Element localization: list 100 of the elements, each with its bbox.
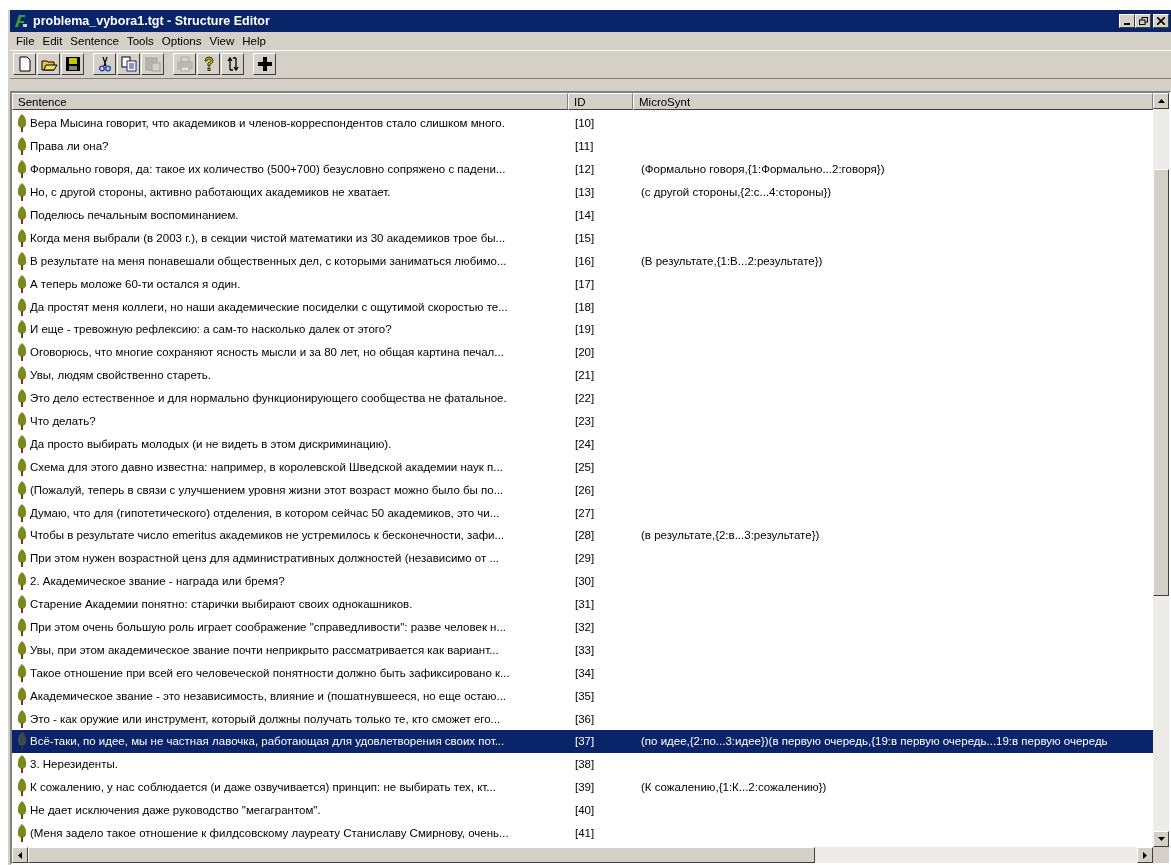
tree-icon: [16, 548, 28, 569]
column-header[interactable]: ID: [568, 93, 633, 110]
menu-item[interactable]: Tools: [122, 34, 158, 48]
table-row[interactable]: Увы, при этом академическое звание почти неприкрыто рассматривается как вариант... [33]: [12, 638, 1153, 662]
sentence-id: [39]: [575, 781, 595, 794]
table-row[interactable]: Всё-таки, по идее, мы не частная лавочка, работающая для удовлетворения своих пот... [37] (по идее,{2:по...3:идее})(в первую очередь,{19:в первую очередь...19:в первую очередь: [12, 730, 1153, 753]
table-row[interactable]: Думаю, что для (гипотетического) отделения, в котором сейчас 50 академиков, это чи... [27]: [12, 501, 1153, 525]
tree-icon: [16, 823, 28, 844]
sentence-text: Академическое звание - это независимость, влияние и (пошатнувшееся, но еще остаю...: [30, 689, 507, 702]
table-row[interactable]: При этом очень большую роль играет соображение "справедливости": разве человек н... [32]: [12, 615, 1153, 639]
table-row[interactable]: При этом нужен возрастной ценз для административных должностей (независимо от ... [29]: [12, 546, 1153, 570]
sentence-id: [15]: [575, 231, 595, 244]
tree-icon: [16, 342, 28, 363]
tree-icon: [16, 456, 28, 477]
table-row[interactable]: (Меня задело такое отношение к филдсовскому лауреату Станиславу Смирнову, очень... [41]: [12, 821, 1153, 845]
column-header[interactable]: Sentence: [12, 93, 568, 110]
minimize-button[interactable]: [1119, 14, 1135, 28]
table-row[interactable]: Вера Мысина говорит, что академиков и членов-корреспондентов стало слишком много. [10]: [12, 112, 1153, 135]
table-row[interactable]: Увы, людям свойственно стареть. [21]: [12, 363, 1153, 387]
sentence-id: [10]: [575, 117, 595, 130]
maximize-button[interactable]: [1135, 14, 1151, 28]
table-row[interactable]: 3. Нерезиденты. [38]: [12, 752, 1153, 776]
sentence-id: [30]: [575, 575, 595, 588]
close-button[interactable]: [1153, 14, 1169, 28]
menu-item[interactable]: Edit: [38, 34, 67, 48]
menu-item[interactable]: Sentence: [66, 34, 123, 48]
tree-icon: [16, 159, 28, 180]
table-row[interactable]: Академическое звание - это независимость, влияние и (пошатнувшееся, но еще остаю... [35]: [12, 684, 1153, 708]
table-row[interactable]: Когда меня выбрали (в 2003 г.), в секции чистой математики из 30 академиков трое бы... [15]: [12, 226, 1153, 250]
table-row[interactable]: В результате на меня понавешали общественных дел, с которыми заниматься любимо... [16] (В результате,{1:В...2:результате}): [12, 249, 1153, 273]
sentence-id: [25]: [575, 460, 595, 473]
sentence-text: Да просто выбирать молодых (и не видеть в этом дискриминацию).: [30, 437, 392, 450]
tree-icon: [16, 479, 28, 500]
menu-item[interactable]: File: [12, 34, 39, 48]
sentence-text: Схема для этого давно известна: например, в королевской Шведской академии наук п...: [30, 460, 503, 473]
close-icon: [1157, 17, 1165, 25]
menu-item[interactable]: View: [205, 34, 239, 48]
sentence-text: Старение Академии понятно: старички выбирают своих однокашников.: [30, 598, 413, 611]
tree-icon: [16, 388, 28, 409]
table-row[interactable]: Поделюсь печальным воспоминанием. [14]: [12, 203, 1153, 227]
menu-item[interactable]: Options: [157, 34, 206, 48]
horizontal-scrollbar[interactable]: [12, 847, 1169, 863]
scroll-left-button[interactable]: [12, 847, 28, 863]
tree-icon: [16, 571, 28, 592]
tree-icon: [16, 617, 28, 638]
sentence-text: При этом нужен возрастной ценз для административных должностей (независимо от ...: [30, 552, 500, 565]
table-row[interactable]: Старение Академии понятно: старички выбирают своих однокашников. [31]: [12, 592, 1153, 616]
microsynt-text: (К сожалению,{1:К...2:сожалению}): [641, 781, 827, 794]
table-row[interactable]: Права ли она? [11]: [12, 134, 1153, 158]
plus-button[interactable]: [253, 53, 276, 75]
table-row[interactable]: Это - как оружие или инструмент, который должны получать только те, кто сможет его... [36]: [12, 707, 1153, 731]
table-row[interactable]: 2. Академическое звание - награда или бремя? [30]: [12, 569, 1153, 593]
tree-icon: [16, 319, 28, 340]
app-icon: [13, 13, 29, 29]
open-button[interactable]: [37, 53, 60, 75]
scroll-thumb[interactable]: [28, 847, 815, 863]
new-button[interactable]: [13, 53, 36, 75]
sentence-text: Чтобы в результате число emeritus академиков не устремилось к бесконечности, зафи...: [30, 529, 505, 542]
help-button[interactable]: [197, 53, 220, 75]
table-row[interactable]: А теперь моложе 60-ти остался я один. [17]: [12, 272, 1153, 296]
table-row[interactable]: К сожалению, у нас соблюдается (и даже озвучивается) принцип: не выбирать тех, кт... [39] (К сожалению,{1:К...2:сожалению}): [12, 775, 1153, 799]
scroll-right-button[interactable]: [1137, 847, 1153, 863]
table-row[interactable]: (Пожалуй, теперь в связи с улучшением уровня жизни этот возраст можно было бы по... [26]: [12, 478, 1153, 502]
size-grip[interactable]: [1153, 847, 1169, 863]
menu-item[interactable]: Help: [238, 34, 270, 48]
table-row[interactable]: Чтобы в результате число emeritus академиков не устремилось к бесконечности, зафи... [28] (в результате,{2:в...3:результате}): [12, 524, 1153, 547]
scroll-up-button[interactable]: [1153, 93, 1169, 109]
table-row[interactable]: Такое отношение при всей его человеческой понятности должно быть зафиксировано к... [34]: [12, 661, 1153, 685]
sentence-id: [35]: [575, 689, 595, 702]
tree-icon: [16, 250, 28, 271]
sentence-id: [32]: [575, 621, 595, 634]
column-header[interactable]: MicroSynt: [633, 93, 1153, 110]
plus-icon: [255, 55, 274, 73]
table-row[interactable]: И еще - тревожную рефлексию: а сам-то насколько далек от этого? [19]: [12, 318, 1153, 341]
table-row[interactable]: Да просто выбирать молодых (и не видеть в этом дискриминацию). [24]: [12, 432, 1153, 456]
table-row[interactable]: Схема для этого давно известна: например, в королевской Шведской академии наук п... [25]: [12, 455, 1153, 479]
save-button[interactable]: [61, 53, 84, 75]
table-row[interactable]: Формально говоря, да: такое их количество (500+700) безусловно сопряжено с падени... [12] (Формально говоря,{1:Формально...2:говоря}): [12, 157, 1153, 181]
vertical-scrollbar[interactable]: [1153, 93, 1169, 847]
table-row[interactable]: Не дает исключения даже руководство "мегагрантом". [40]: [12, 798, 1153, 822]
table-row[interactable]: Да простят меня коллеги, но наши академические посиделки с ощутимой скоростью те... [18]: [12, 295, 1153, 318]
table-row[interactable]: Но, с другой стороны, активно работающих академиков не хватает. [13] (с другой стороны,{2:с...4:стороны}): [12, 180, 1153, 204]
table-row[interactable]: Оговорюсь, что многие сохраняют ясность мысли и за 80 лет, но общая картина печал... [20]: [12, 340, 1153, 364]
tree-icon: [16, 296, 28, 317]
sentence-id: [28]: [575, 529, 595, 542]
scroll-thumb[interactable]: [1153, 169, 1169, 596]
sentence-id: [31]: [575, 598, 595, 611]
sentence-text: (Пожалуй, теперь в связи с улучшением уровня жизни этот возраст можно было бы по...: [30, 483, 504, 496]
sentence-text: Вера Мысина говорит, что академиков и членов-корреспондентов стало слишком много.: [30, 117, 505, 130]
copy-button[interactable]: [117, 53, 140, 75]
table-row[interactable]: Что делать? [23]: [12, 409, 1153, 433]
sentence-id: [12]: [575, 163, 595, 176]
microsynt-text: (В результате,{1:В...2:результате}): [641, 254, 823, 267]
swap-button[interactable]: [221, 53, 244, 75]
sentence-id: [18]: [575, 300, 595, 313]
cut-button[interactable]: [93, 53, 116, 75]
table-row[interactable]: Это дело естественное и для нормально функционирующего сообщества не фатальное. [22]: [12, 386, 1153, 410]
left-arrow-icon: [18, 851, 22, 859]
scroll-down-button[interactable]: [1153, 831, 1169, 847]
sentence-text: Когда меня выбрали (в 2003 г.), в секции чистой математики из 30 академиков трое бы...: [30, 231, 506, 244]
